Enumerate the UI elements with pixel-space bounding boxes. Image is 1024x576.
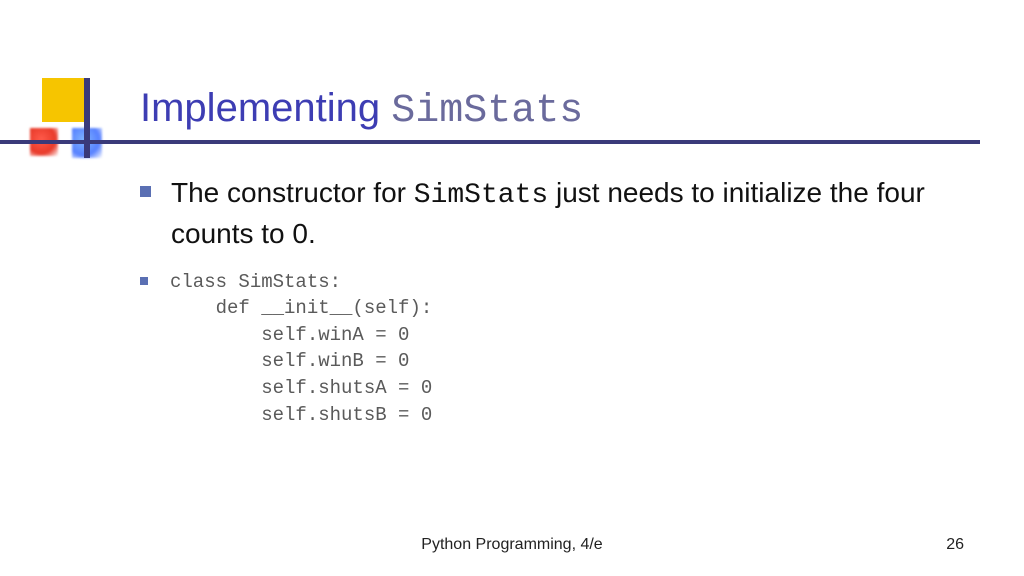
title-code: SimStats	[391, 89, 583, 134]
bullet-text-pre: The constructor for	[171, 177, 414, 208]
vertical-rule	[84, 78, 90, 158]
yellow-square-icon	[42, 78, 86, 122]
bullet-square-icon	[140, 186, 151, 197]
slide-title: Implementing SimStats	[140, 86, 583, 134]
code-block: class SimStats: def __init__(self): self…	[170, 269, 432, 429]
title-decoration	[0, 78, 100, 158]
slide: Implementing SimStats The constructor fo…	[0, 0, 1024, 576]
bullet-square-icon	[140, 277, 148, 285]
bullet-code-span: SimStats	[414, 180, 548, 211]
bullet-text: The constructor for SimStats just needs …	[171, 174, 970, 253]
footer-book-title: Python Programming, 4/e	[0, 536, 1024, 554]
code-bullet-item: class SimStats: def __init__(self): self…	[140, 269, 970, 429]
horizontal-rule	[0, 140, 980, 144]
footer-page-number: 26	[946, 536, 964, 554]
title-text: Implementing	[140, 86, 391, 130]
slide-body: The constructor for SimStats just needs …	[140, 174, 970, 428]
bullet-item: The constructor for SimStats just needs …	[140, 174, 970, 253]
